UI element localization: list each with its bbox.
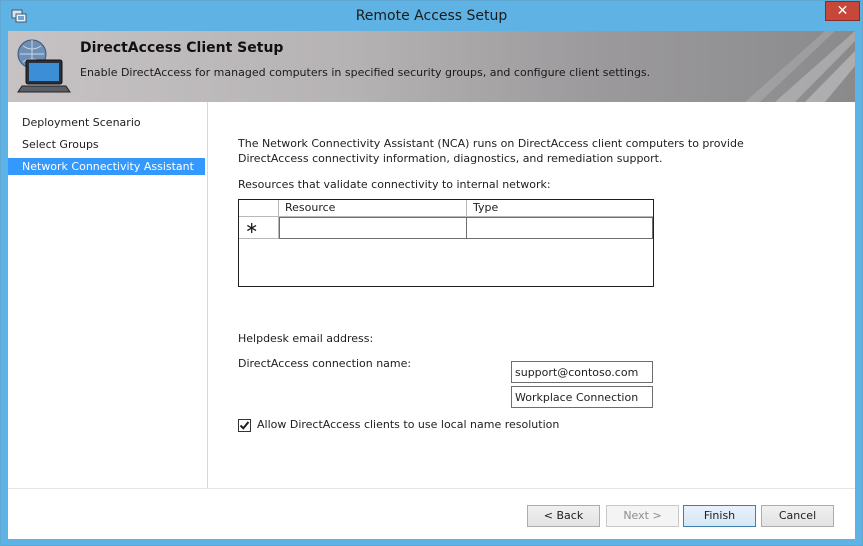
connection-name-label: DirectAccess connection name: [238, 357, 412, 370]
grid-corner-cell [239, 200, 279, 217]
new-row-resource-cell[interactable] [279, 217, 467, 239]
table-row-new[interactable]: ∗ [239, 217, 653, 239]
new-row-type-cell[interactable] [466, 217, 653, 239]
wizard-footer: < Back Next > Finish Cancel [8, 488, 855, 539]
local-name-resolution-checkbox[interactable] [238, 419, 251, 432]
column-header-type[interactable]: Type [467, 200, 653, 217]
new-row-marker-icon: ∗ [239, 217, 279, 239]
remote-access-setup-window: Remote Access Setup ✕ DirectAccess Clien… [0, 0, 863, 546]
banner-subtitle: Enable DirectAccess for managed computer… [80, 66, 651, 79]
back-button[interactable]: < Back [527, 505, 600, 527]
resources-label: Resources that validate connectivity to … [238, 178, 551, 191]
nav-item-deployment-scenario[interactable]: Deployment Scenario [8, 114, 205, 131]
resources-grid[interactable]: Resource Type ∗ [238, 199, 654, 287]
close-button[interactable]: ✕ [825, 1, 860, 21]
nca-description-line-2: DirectAccess connectivity information, d… [238, 152, 663, 165]
nav-item-network-connectivity-assistant[interactable]: Network Connectivity Assistant [8, 158, 205, 175]
grid-header: Resource Type [239, 200, 653, 217]
finish-button[interactable]: Finish [683, 505, 756, 527]
banner-decoration [745, 31, 855, 102]
next-button[interactable]: Next > [606, 505, 679, 527]
nav-item-select-groups[interactable]: Select Groups [8, 136, 205, 153]
laptop-globe-icon [12, 36, 72, 96]
helpdesk-email-field[interactable] [511, 361, 653, 383]
helpdesk-email-label: Helpdesk email address: [238, 332, 374, 345]
column-header-resource[interactable]: Resource [279, 200, 467, 217]
wizard-nav: Deployment Scenario Select Groups Networ… [8, 102, 208, 488]
connection-name-field[interactable] [511, 386, 653, 408]
window-title: Remote Access Setup [355, 8, 508, 24]
banner-title: DirectAccess Client Setup [80, 40, 284, 56]
nca-description: The Network Connectivity Assistant (NCA)… [238, 136, 798, 166]
nca-description-line-1: The Network Connectivity Assistant (NCA)… [238, 137, 744, 150]
title-bar: Remote Access Setup ✕ [1, 1, 862, 31]
nca-settings-panel: The Network Connectivity Assistant (NCA)… [208, 102, 855, 488]
cancel-button[interactable]: Cancel [761, 505, 834, 527]
checkmark-icon [239, 421, 250, 430]
header-banner: DirectAccess Client Setup Enable DirectA… [8, 31, 855, 102]
dialog-body: DirectAccess Client Setup Enable DirectA… [8, 31, 855, 539]
local-name-resolution-label[interactable]: Allow DirectAccess clients to use local … [257, 418, 559, 431]
